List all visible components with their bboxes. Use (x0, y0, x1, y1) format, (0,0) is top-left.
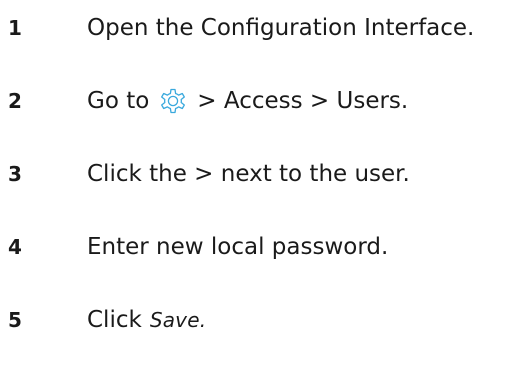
step-text-prefix: Go to (87, 88, 150, 114)
save-emphasis: Save. (149, 308, 207, 332)
step-number: 1 (8, 16, 22, 40)
step-text: Enter new local password. (87, 234, 389, 260)
step-number: 4 (8, 235, 22, 259)
step-text-prefix: Click (87, 307, 142, 333)
step-text: Go to > Access > Users. (87, 85, 408, 117)
step-3: 3 Click the > next to the user. (0, 156, 523, 192)
step-number: 2 (8, 89, 22, 113)
step-text: Click Save. (87, 307, 206, 333)
step-number: 3 (8, 162, 22, 186)
step-text: Click the > next to the user. (87, 161, 410, 187)
step-1: 1 Open the Configuration Interface. (0, 10, 523, 46)
step-4: 4 Enter new local password. (0, 229, 523, 265)
step-number: 5 (8, 308, 22, 332)
step-text-suffix: > Access > Users. (197, 88, 409, 114)
step-5: 5 Click Save. (0, 302, 523, 338)
instruction-steps: 1 Open the Configuration Interface. 2 Go… (0, 0, 523, 367)
step-text: Open the Configuration Interface. (87, 15, 475, 41)
step-2: 2 Go to > Access > Users. (0, 83, 523, 119)
gear-icon (157, 85, 189, 117)
